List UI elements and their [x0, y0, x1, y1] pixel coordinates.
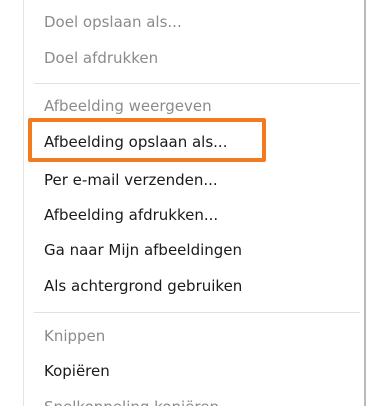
menu-item-show-picture[interactable]: Afbeelding weergeven: [44, 96, 212, 116]
menu-item-set-as-background[interactable]: Als achtergrond gebruiken: [44, 276, 242, 296]
menu-item-email-picture[interactable]: Per e-mail verzenden...: [44, 170, 218, 190]
menu-icon-gutter: [0, 0, 23, 406]
menu-separator-highlight: [34, 313, 360, 314]
menu-item-cut[interactable]: Knippen: [44, 326, 105, 346]
menu-item-copy-shortcut[interactable]: Snelkoppeling kopiëren: [44, 397, 219, 406]
menu-item-print-picture[interactable]: Afbeelding afdrukken...: [44, 205, 218, 225]
highlight-annotation-box: [28, 118, 266, 162]
menu-item-copy[interactable]: Kopiëren: [44, 361, 110, 381]
menu-item-print-target[interactable]: Doel afdrukken: [44, 48, 158, 68]
gutter-divider-highlight: [24, 0, 25, 406]
context-menu: Doel opslaan als... Doel afdrukken Afbee…: [0, 0, 366, 406]
menu-separator-highlight: [34, 84, 360, 85]
menu-item-save-target-as[interactable]: Doel opslaan als...: [44, 12, 182, 32]
menu-item-go-to-my-pictures[interactable]: Ga naar Mijn afbeeldingen: [44, 240, 242, 260]
